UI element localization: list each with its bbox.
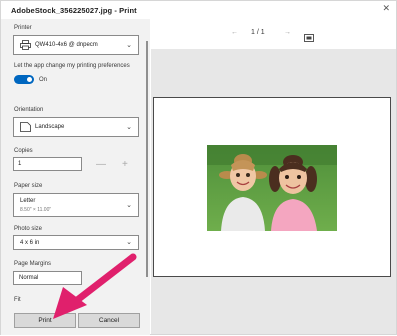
chevron-down-icon: ⌄	[126, 42, 132, 49]
decrement-button[interactable]: —	[96, 159, 106, 170]
app-pref-toggle[interactable]	[14, 75, 34, 84]
orientation-select[interactable]: Landscape ⌄	[13, 117, 139, 137]
print-preview	[151, 49, 396, 334]
app-pref-label: Let the app change my printing preferenc…	[14, 63, 130, 69]
chevron-down-icon: ⌄	[126, 202, 132, 209]
orientation-label: Orientation	[14, 107, 44, 113]
preview-photo	[207, 145, 337, 231]
paper-size-dimensions: 8.50" × 11.00"	[20, 207, 52, 213]
fit-label: Fit	[14, 297, 21, 303]
paper-size-select[interactable]: Letter 8.50" × 11.00" ⌄	[13, 193, 139, 217]
close-icon[interactable]: ✕	[382, 3, 390, 14]
copies-value: 1	[18, 161, 22, 167]
fit-page-icon[interactable]	[304, 29, 314, 47]
preview-page	[153, 97, 391, 277]
chevron-left-icon[interactable]: ←	[231, 29, 238, 36]
window-title: AdobeStock_356225027.jpg - Print	[11, 6, 137, 15]
toggle-state: On	[39, 77, 48, 83]
photo-size-value: 4 x 6 in	[20, 240, 40, 246]
printer-select[interactable]: QW410-4x6 @ dnpecm ⌄	[13, 35, 139, 55]
margins-select[interactable]: Normal	[13, 271, 82, 285]
chevron-right-icon[interactable]: →	[284, 29, 291, 36]
paper-size-label: Paper size	[14, 183, 43, 189]
paper-size-value: Letter	[20, 198, 36, 204]
increment-button[interactable]: +	[122, 159, 128, 170]
cancel-button[interactable]: Cancel	[78, 313, 140, 328]
printer-value: QW410-4x6 @ dnpecm	[35, 42, 98, 48]
photo-size-label: Photo size	[14, 226, 43, 232]
print-dialog: AdobeStock_356225027.jpg - Print ✕ Print…	[0, 0, 397, 335]
settings-pane: Printer QW410-4x6 @ dnpecm ⌄ Let the app…	[1, 19, 150, 335]
margins-label: Page Margins	[14, 261, 52, 267]
title-bar: AdobeStock_356225027.jpg - Print ✕	[1, 1, 396, 19]
printer-icon	[20, 40, 31, 52]
settings-scrollbar[interactable]	[146, 41, 148, 277]
landscape-page-icon	[20, 122, 31, 134]
chevron-down-icon: ⌄	[126, 239, 132, 246]
page-indicator: 1 / 1	[251, 29, 265, 36]
printer-label: Printer	[14, 25, 32, 31]
copies-label: Copies	[14, 148, 33, 154]
preview-toolbar: ← 1 / 1 →	[151, 19, 396, 49]
photo-size-select[interactable]: 4 x 6 in ⌄	[13, 235, 139, 250]
margins-value: Normal	[19, 275, 39, 281]
copies-input[interactable]: 1	[13, 157, 82, 171]
orientation-value: Landscape	[35, 124, 65, 130]
print-button[interactable]: Print	[14, 313, 76, 328]
chevron-down-icon: ⌄	[126, 124, 132, 131]
